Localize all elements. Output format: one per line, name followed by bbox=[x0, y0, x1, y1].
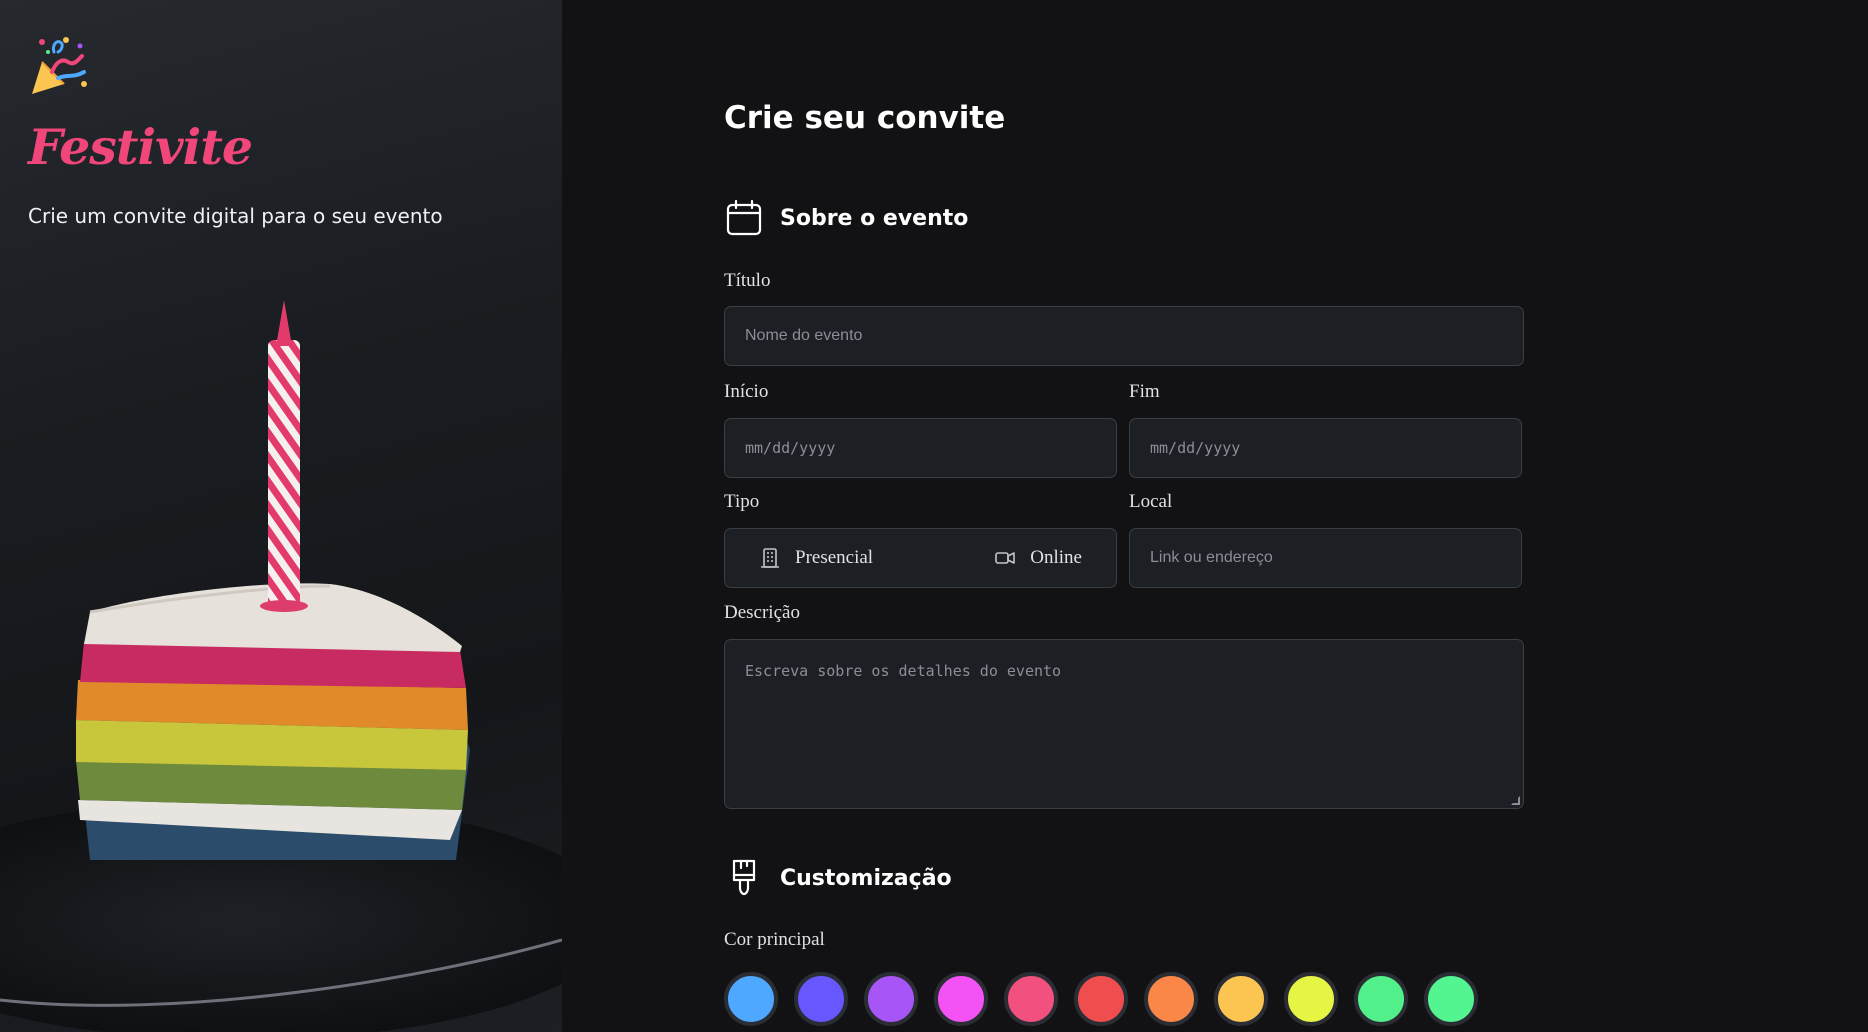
color-swatch[interactable] bbox=[1284, 972, 1338, 1026]
start-date-label: Início bbox=[724, 381, 769, 402]
calendar-icon bbox=[726, 199, 762, 236]
title-label: Título bbox=[724, 270, 771, 291]
customization-section-header: Customização bbox=[724, 858, 952, 898]
end-date-label: Fim bbox=[1129, 381, 1160, 402]
description-label: Descrição bbox=[724, 602, 800, 623]
page-title: Crie seu convite bbox=[724, 100, 1006, 136]
brand-name: Festivite bbox=[28, 118, 253, 176]
description-textarea[interactable]: Escreva sobre os detalhes do evento bbox=[724, 639, 1524, 809]
start-date-placeholder: mm/dd/yyyy bbox=[745, 439, 836, 457]
color-swatch[interactable] bbox=[1214, 972, 1268, 1026]
building-icon bbox=[761, 548, 779, 568]
color-swatch[interactable] bbox=[1144, 972, 1198, 1026]
location-input[interactable]: Link ou endereço bbox=[1129, 528, 1522, 588]
paintbrush-icon bbox=[732, 859, 756, 896]
type-option-online-label: Online bbox=[1030, 547, 1082, 568]
color-swatch[interactable] bbox=[794, 972, 848, 1026]
type-option-presencial[interactable]: Presencial bbox=[759, 547, 873, 569]
type-option-presencial-label: Presencial bbox=[795, 547, 874, 568]
color-swatch[interactable] bbox=[1004, 972, 1058, 1026]
about-section-header: Sobre o evento bbox=[724, 198, 968, 238]
color-swatch[interactable] bbox=[864, 972, 918, 1026]
resize-handle[interactable] bbox=[1511, 796, 1520, 805]
hero-tagline: Crie um convite digital para o seu event… bbox=[28, 204, 443, 228]
end-date-placeholder: mm/dd/yyyy bbox=[1150, 439, 1241, 457]
customization-section-title: Customização bbox=[780, 865, 952, 891]
title-input[interactable]: Nome do evento bbox=[724, 306, 1524, 366]
hero-panel: Festivite Crie um convite digital para o… bbox=[0, 0, 562, 1032]
main-color-label: Cor principal bbox=[724, 929, 825, 950]
color-swatch[interactable] bbox=[1424, 972, 1478, 1026]
event-type-toggle: Presencial Online bbox=[724, 528, 1117, 588]
color-swatch[interactable] bbox=[934, 972, 988, 1026]
color-swatch[interactable] bbox=[724, 972, 778, 1026]
end-date-input[interactable]: mm/dd/yyyy bbox=[1129, 418, 1522, 478]
video-camera-icon bbox=[995, 552, 1016, 564]
title-input-placeholder: Nome do evento bbox=[745, 327, 863, 344]
type-option-online[interactable]: Online bbox=[994, 547, 1082, 569]
start-date-input[interactable]: mm/dd/yyyy bbox=[724, 418, 1117, 478]
color-swatch[interactable] bbox=[1074, 972, 1128, 1026]
about-section-title: Sobre o evento bbox=[780, 205, 969, 231]
location-input-placeholder: Link ou endereço bbox=[1150, 549, 1273, 566]
color-swatch[interactable] bbox=[1354, 972, 1408, 1026]
type-label: Tipo bbox=[724, 491, 760, 512]
party-popper-icon bbox=[32, 37, 87, 94]
description-placeholder: Escreva sobre os detalhes do evento bbox=[745, 662, 1062, 680]
birthday-cake-illustration bbox=[0, 300, 562, 1032]
color-swatch-list bbox=[724, 972, 1478, 1026]
location-label: Local bbox=[1129, 491, 1173, 512]
